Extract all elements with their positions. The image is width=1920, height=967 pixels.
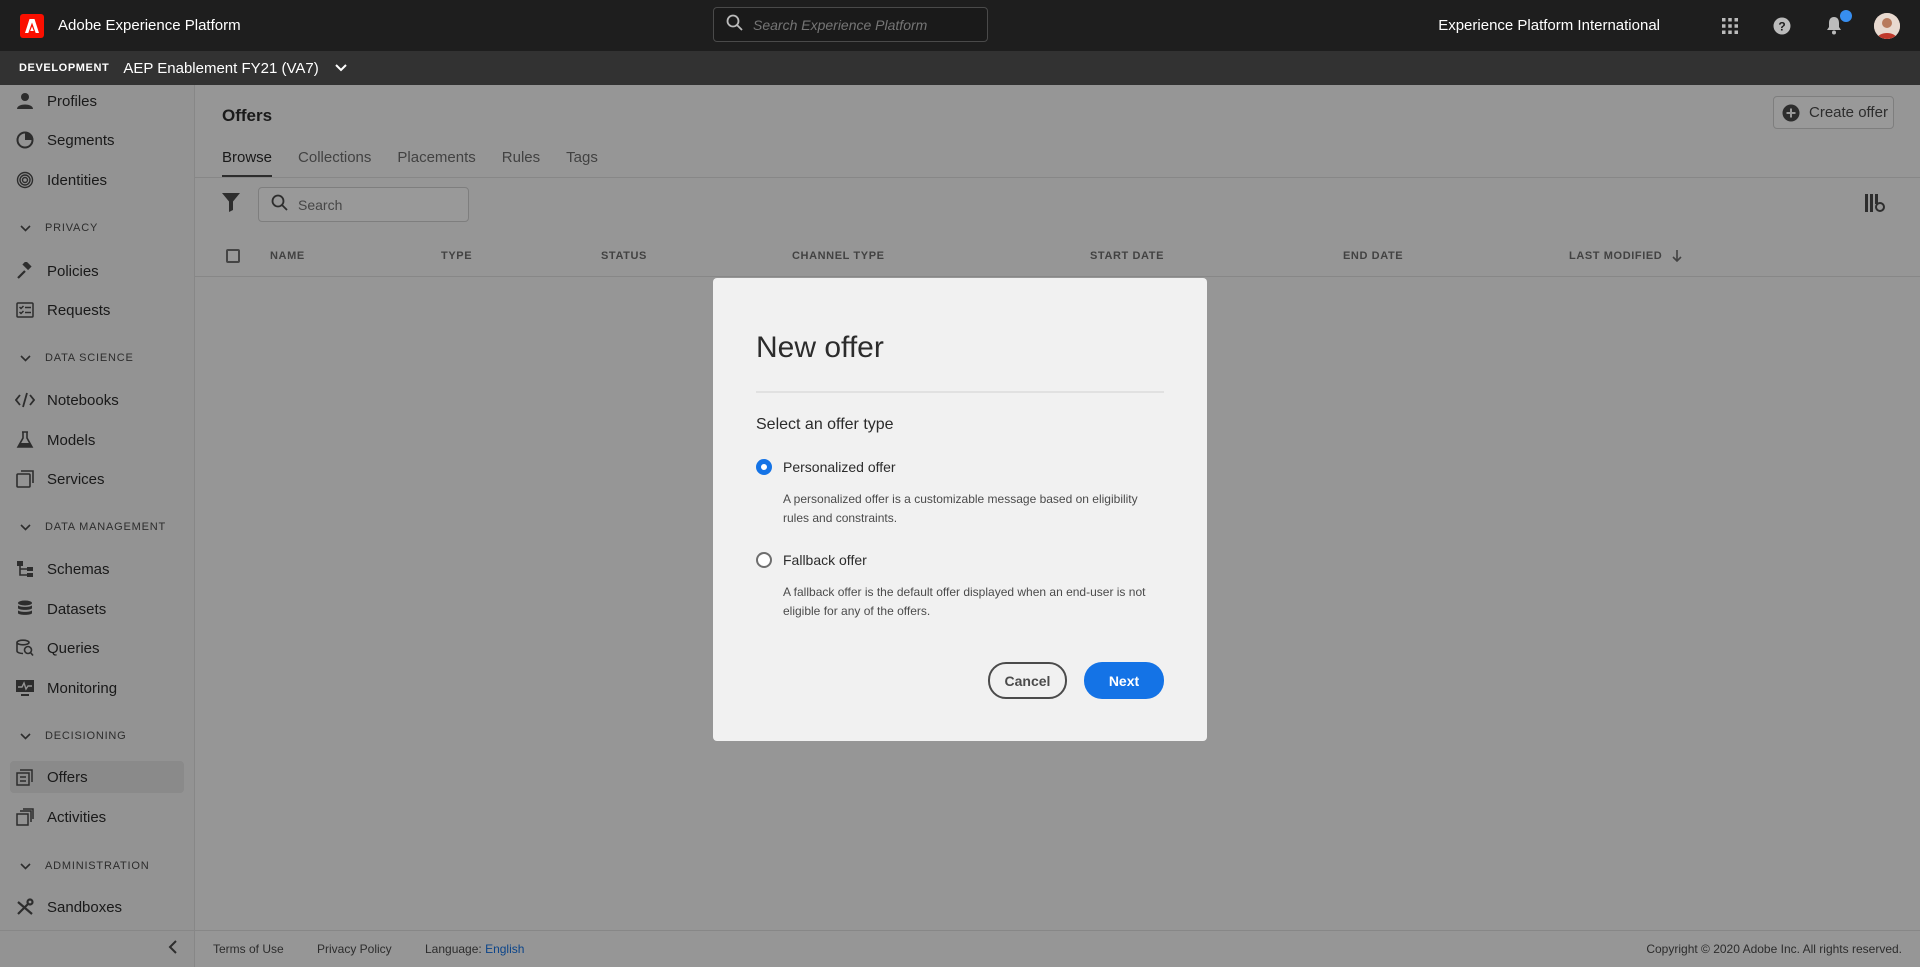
next-button[interactable]: Next — [1084, 662, 1164, 699]
offer-type-option-fallback[interactable]: Fallback offer — [756, 552, 867, 568]
dialog-divider — [756, 391, 1164, 393]
bell-icon[interactable] — [1822, 9, 1852, 38]
global-search-input[interactable] — [753, 16, 973, 33]
app-title: Adobe Experience Platform — [58, 17, 241, 34]
notification-dot — [1840, 9, 1852, 22]
top-bar: Adobe Experience Platform Experience Pla… — [0, 0, 1920, 51]
apps-grid-icon[interactable] — [1718, 14, 1742, 38]
global-search[interactable] — [713, 7, 988, 42]
option-description: A fallback offer is the default offer di… — [783, 585, 1146, 618]
dialog-subtitle: Select an offer type — [756, 416, 894, 433]
sandbox-badge: DEVELOPMENT — [19, 62, 110, 74]
sandbox-bar: DEVELOPMENT AEP Enablement FY21 (VA7) — [0, 51, 1920, 85]
dialog-title: New offer — [756, 331, 884, 364]
option-label: Fallback offer — [783, 552, 867, 568]
fallback-offer-radio[interactable] — [756, 552, 772, 568]
sandbox-switcher[interactable]: AEP Enablement FY21 (VA7) — [123, 60, 318, 77]
brand[interactable]: Adobe Experience Platform — [0, 13, 241, 38]
svg-text:?: ? — [1778, 19, 1785, 33]
new-offer-dialog: New offer Select an offer type Personali… — [713, 278, 1207, 741]
cancel-button[interactable]: Cancel — [988, 662, 1067, 699]
avatar[interactable] — [1874, 12, 1900, 39]
help-icon[interactable]: ? — [1770, 14, 1794, 38]
chevron-down-icon[interactable] — [335, 64, 347, 72]
search-icon — [726, 14, 743, 36]
adobe-logo-icon — [20, 13, 44, 38]
personalized-offer-radio[interactable] — [756, 459, 772, 475]
option-label: Personalized offer — [783, 459, 896, 475]
option-description: A personalized offer is a customizable m… — [783, 492, 1138, 525]
org-switcher[interactable]: Experience Platform International — [1438, 17, 1660, 34]
offer-type-option-personalized[interactable]: Personalized offer — [756, 459, 896, 475]
